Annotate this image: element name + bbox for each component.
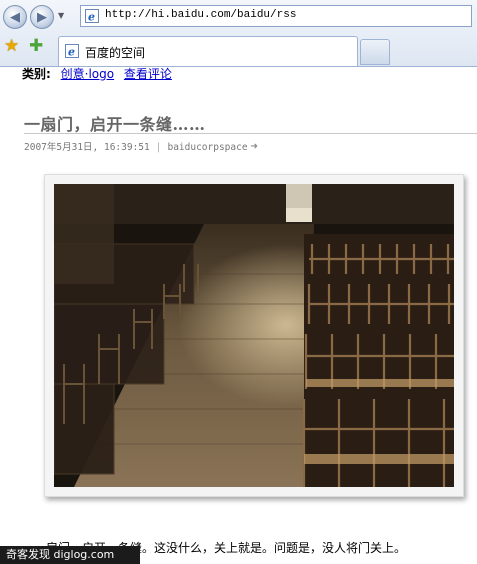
category-label: 类别: (22, 67, 51, 81)
back-arrow-icon: ◀ (10, 9, 20, 25)
ie-tab-icon: e (65, 44, 79, 58)
page-content: 类别: 创意·logo 查看评论 一扇门，启开一条缝…… 2007年5月31日,… (0, 67, 477, 564)
church-chairs-photo (54, 184, 454, 487)
address-bar[interactable]: e http://hi.baidu.com/baidu/rss (80, 5, 472, 27)
category-link[interactable]: 创意·logo (61, 67, 114, 81)
go-arrow-icon[interactable]: ➜ (251, 139, 258, 153)
title-divider (24, 133, 477, 134)
back-button[interactable]: ◀ (3, 5, 27, 29)
post-datetime: 2007年5月31日, 16:39:51 (24, 142, 150, 153)
post-meta: 2007年5月31日, 16:39:51 | baiducorpspace ➜ (24, 139, 258, 153)
svg-text:e: e (88, 11, 95, 24)
forward-button[interactable]: ▶ (30, 5, 54, 29)
history-dropdown-icon[interactable]: ▼ (58, 11, 64, 20)
photo-frame (44, 174, 464, 497)
svg-text:e: e (68, 46, 75, 59)
forward-arrow-icon: ▶ (37, 9, 47, 25)
browser-toolbar: ◀ ▶ ▼ e http://hi.baidu.com/baidu/rss ★ … (0, 0, 477, 67)
new-tab-button[interactable] (360, 39, 390, 65)
post-author[interactable]: baiducorpspace (167, 142, 247, 153)
watermark: 奇客发现 diglog.com (0, 546, 140, 564)
post-title: 一扇门，启开一条缝…… (24, 115, 206, 134)
tab-title: 百度的空间 (85, 46, 146, 60)
tab-baidu-space[interactable]: e 百度的空间 (58, 36, 358, 66)
view-comments-link[interactable]: 查看评论 (124, 67, 172, 81)
post-category: 类别: 创意·logo 查看评论 (22, 67, 172, 82)
ie-page-icon: e (85, 9, 99, 23)
address-url[interactable]: http://hi.baidu.com/baidu/rss (105, 9, 296, 21)
favorites-star-icon[interactable]: ★ (4, 38, 19, 55)
add-favorite-icon[interactable]: ✚ (29, 38, 43, 55)
